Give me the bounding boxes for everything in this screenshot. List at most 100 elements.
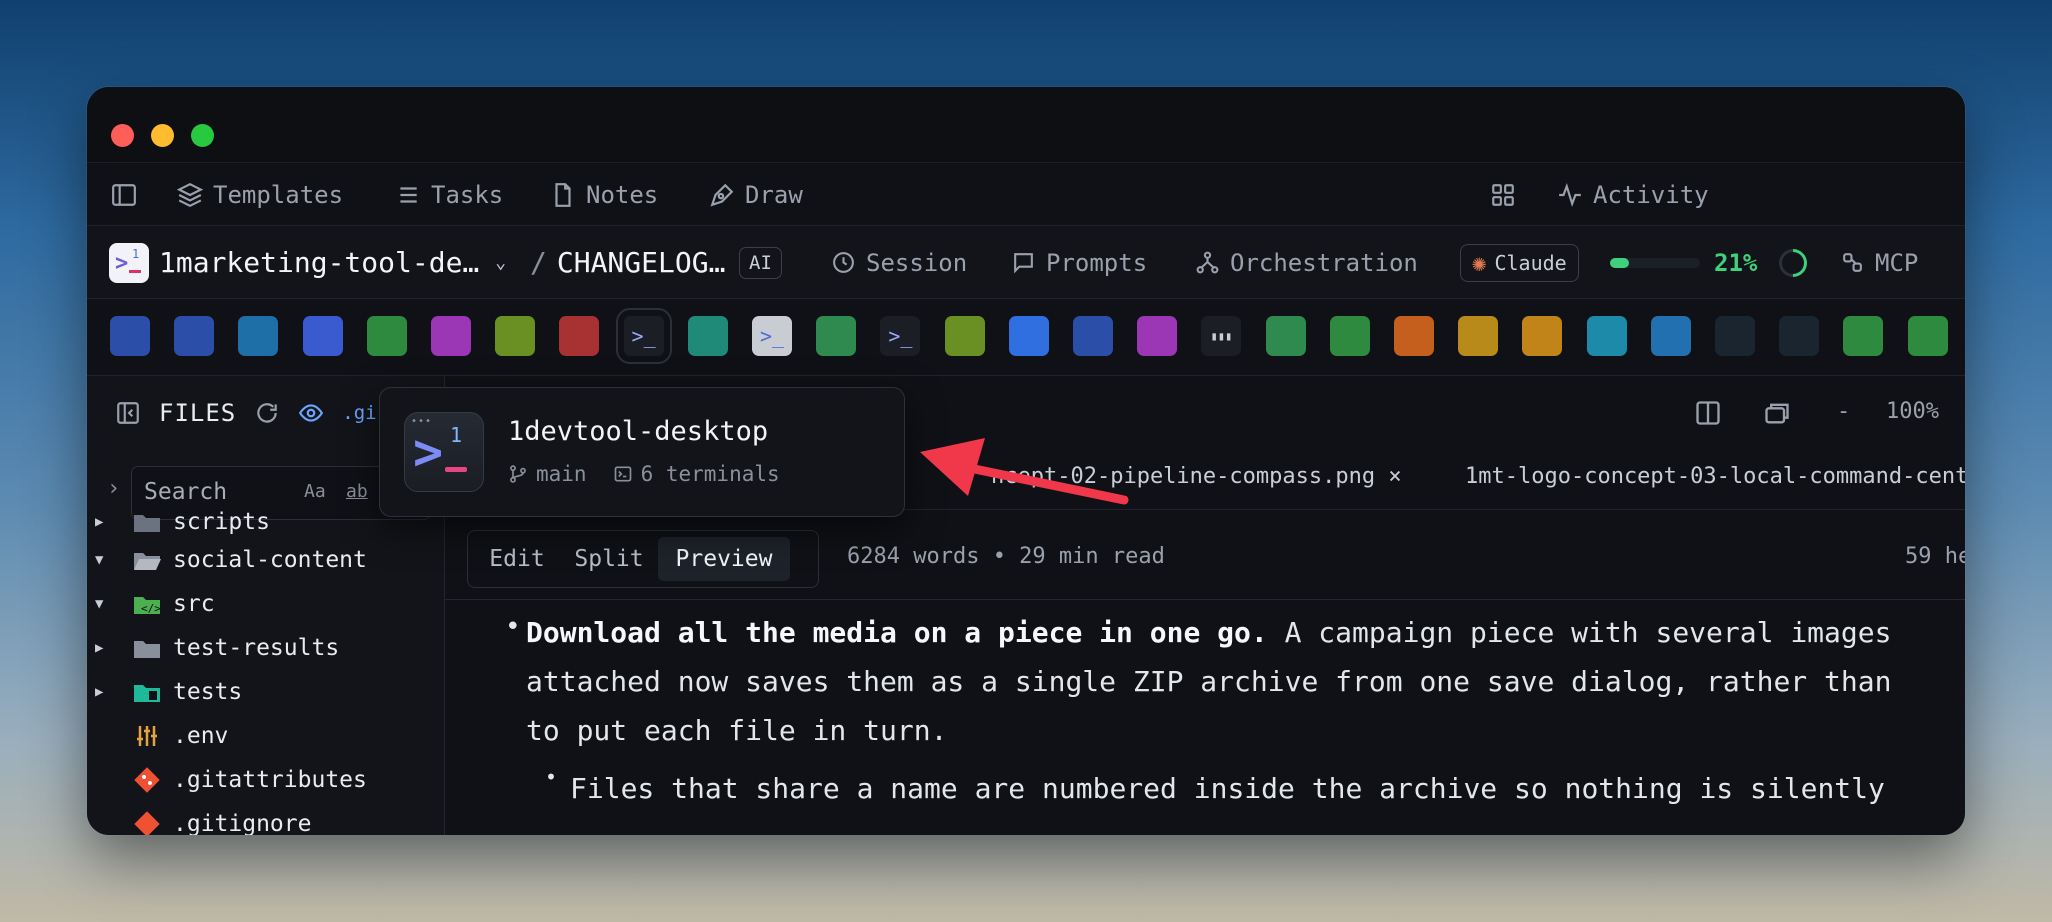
app-logo-icon: >1 bbox=[109, 242, 149, 283]
workspace-tile[interactable] bbox=[174, 316, 215, 356]
preview-mode-button[interactable]: Preview bbox=[658, 537, 790, 581]
workspace-tile[interactable] bbox=[816, 316, 857, 356]
sub-bullet-paragraph: Files that share a name are numbered ins… bbox=[570, 772, 1885, 805]
tree-item-scripts[interactable]: ▶ scripts bbox=[87, 504, 270, 540]
refresh-icon[interactable] bbox=[254, 400, 280, 426]
toggle-sidebar-button[interactable] bbox=[111, 163, 137, 227]
orchestration-button[interactable]: Orchestration bbox=[1195, 226, 1418, 299]
minimize-window-button[interactable] bbox=[151, 124, 174, 147]
workspace-tile[interactable] bbox=[1265, 316, 1306, 356]
workspace-tile[interactable] bbox=[1522, 316, 1563, 356]
split-mode-button[interactable]: Split bbox=[564, 537, 654, 581]
menu-tasks-label: Tasks bbox=[431, 181, 504, 209]
eye-icon[interactable] bbox=[298, 400, 324, 426]
grid-view-button[interactable] bbox=[1490, 163, 1516, 227]
close-window-button[interactable] bbox=[111, 124, 134, 147]
prompts-button[interactable]: Prompts bbox=[1011, 226, 1147, 299]
zoom-level[interactable]: 100% bbox=[1886, 399, 1939, 424]
workspace-tile[interactable] bbox=[1137, 316, 1178, 356]
workspace-tile[interactable]: ▮▮▮ bbox=[1201, 316, 1242, 356]
match-case-toggle[interactable]: Aa bbox=[304, 481, 326, 502]
sub-bullet-marker: • bbox=[545, 765, 558, 789]
workspace-tile[interactable]: >_ bbox=[752, 316, 792, 356]
tree-item-social-content[interactable]: ▼ social-content bbox=[87, 542, 367, 578]
breadcrumb-file[interactable]: CHANGELOG… bbox=[557, 246, 726, 279]
mcp-button[interactable]: MCP bbox=[1840, 226, 1918, 299]
workspace-tile[interactable] bbox=[1008, 316, 1049, 356]
workspace-tile[interactable] bbox=[238, 316, 279, 356]
workspace-tile[interactable] bbox=[1073, 316, 1113, 356]
tree-item-gitignore[interactable]: .gitignore bbox=[87, 806, 311, 835]
ai-button[interactable]: AI bbox=[739, 226, 782, 299]
folder-icon bbox=[131, 635, 163, 661]
workspace-tile[interactable] bbox=[302, 316, 343, 356]
file-explorer-title: FILES bbox=[159, 399, 237, 427]
tree-item-tests[interactable]: ▶ tests bbox=[87, 674, 242, 710]
menu-draw-label: Draw bbox=[745, 181, 803, 209]
activity-icon bbox=[1559, 182, 1581, 208]
menu-activity[interactable]: Activity bbox=[1557, 163, 1709, 227]
tree-item-env[interactable]: .env bbox=[87, 718, 228, 754]
tree-item-test-results[interactable]: ▶ test-results bbox=[87, 630, 339, 666]
file-tab[interactable]: ncept-02-pipeline-compass.png × bbox=[991, 464, 1402, 489]
workspace-tile[interactable] bbox=[1650, 316, 1691, 356]
tree-item-src[interactable]: ▼ </> src bbox=[87, 586, 215, 622]
title-bar bbox=[87, 87, 1965, 162]
workspace-tile[interactable] bbox=[559, 316, 600, 356]
menu-draw[interactable]: Draw bbox=[709, 163, 803, 227]
workspace-tile[interactable] bbox=[1586, 316, 1627, 356]
paragraph-line: to put each file in turn. bbox=[526, 714, 948, 747]
workflow-icon bbox=[1196, 251, 1219, 274]
workspace-tile[interactable] bbox=[495, 316, 536, 356]
view-mode-segmented-control: Edit Split Preview bbox=[467, 530, 819, 588]
bar-chart-icon: ▮▮▮ bbox=[1210, 329, 1233, 343]
bullet-paragraph: Download all the media on a piece in one… bbox=[526, 608, 1891, 657]
workspace-tile[interactable] bbox=[1458, 316, 1499, 356]
workspace-tile[interactable] bbox=[1843, 316, 1884, 356]
gitignore-toggle[interactable]: .gi bbox=[342, 402, 376, 424]
zoom-window-button[interactable] bbox=[191, 124, 214, 147]
paragraph-line: attached now saves them as a single ZIP … bbox=[526, 665, 1892, 698]
workspace-tooltip: ••• >1 1devtool-desktop main 6 terminals bbox=[379, 387, 905, 517]
tree-item-gitattributes[interactable]: .gitattributes bbox=[87, 762, 367, 798]
model-selector[interactable]: ✺ Claude bbox=[1460, 226, 1579, 299]
session-button[interactable]: Session bbox=[831, 226, 967, 299]
mcp-label: MCP bbox=[1875, 248, 1919, 277]
project-switcher[interactable]: >1 1marketing-tool-de… ⌄ bbox=[109, 226, 506, 299]
workspace-tile[interactable] bbox=[1394, 316, 1434, 356]
workspace-tile[interactable] bbox=[431, 316, 471, 356]
breadcrumb-separator: / bbox=[530, 246, 547, 279]
workspace-tile[interactable]: >_ bbox=[880, 316, 921, 356]
windows-button[interactable] bbox=[1763, 399, 1791, 427]
workspace-tile[interactable] bbox=[687, 316, 728, 356]
file-tab[interactable]: 1mt-logo-concept-03-local-command-center… bbox=[1465, 464, 1965, 489]
whole-word-toggle[interactable]: ab bbox=[346, 481, 368, 502]
project-bar: >1 1marketing-tool-de… ⌄ / CHANGELOG… AI… bbox=[87, 226, 1965, 299]
workspace-tile[interactable] bbox=[366, 316, 407, 356]
workspace-tile[interactable] bbox=[1779, 316, 1820, 356]
pen-icon bbox=[710, 183, 734, 207]
workspace-tile[interactable] bbox=[1907, 316, 1948, 356]
collapse-panel-icon[interactable] bbox=[115, 400, 141, 426]
orchestration-label: Orchestration bbox=[1230, 248, 1418, 277]
workspace-tile[interactable] bbox=[1715, 316, 1755, 356]
split-view-button[interactable] bbox=[1694, 399, 1722, 427]
workspace-tile[interactable] bbox=[110, 316, 150, 356]
edit-mode-button[interactable]: Edit bbox=[474, 537, 560, 581]
headings-count[interactable]: 59 headings bbox=[1905, 544, 1965, 569]
git-icon bbox=[131, 811, 163, 835]
workspace-tile[interactable] bbox=[1329, 316, 1370, 356]
workspace-tile[interactable] bbox=[944, 316, 985, 356]
zoom-out-button[interactable]: - bbox=[1837, 399, 1850, 424]
menu-tasks[interactable]: Tasks bbox=[395, 163, 503, 227]
bullet-bold-lead: Download all the media on a piece in one… bbox=[526, 616, 1268, 649]
menu-templates[interactable]: Templates bbox=[177, 163, 343, 227]
top-menu-bar: Templates Tasks Notes Draw Activity bbox=[87, 162, 1965, 226]
tree-item-label: scripts bbox=[173, 509, 270, 535]
workspace-tile[interactable]: >_ bbox=[615, 308, 672, 364]
markdown-preview: • Download all the media on a piece in o… bbox=[445, 600, 1965, 835]
tree-item-label: .gitattributes bbox=[173, 767, 367, 793]
chevron-right-icon[interactable]: › bbox=[107, 476, 120, 501]
menu-notes[interactable]: Notes bbox=[550, 163, 658, 227]
usage-meter: 21% bbox=[1610, 226, 1814, 299]
